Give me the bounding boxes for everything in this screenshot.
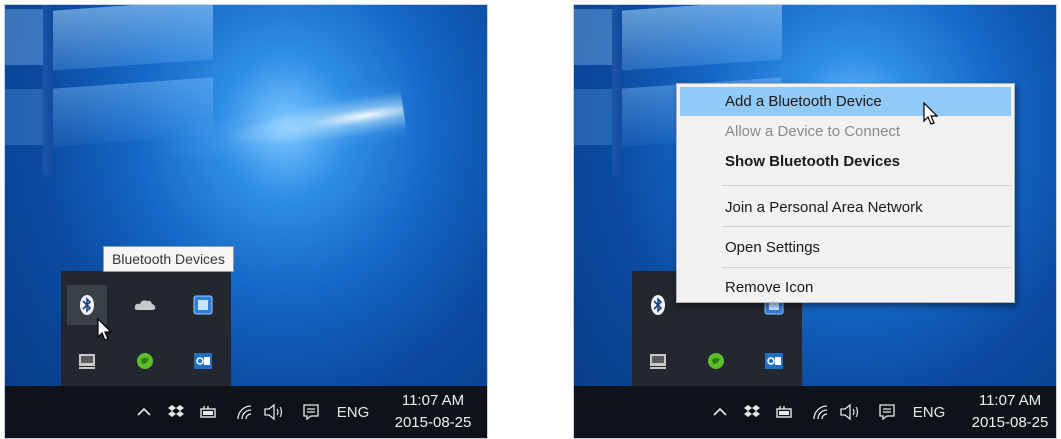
clock-time: 11:07 AM [401, 392, 465, 409]
desktop-screenshot-menu: Add a Bluetooth Device Allow a Device to… [573, 4, 1057, 439]
input-language-button[interactable]: ENG [910, 386, 948, 438]
volume-tray-button[interactable] [262, 386, 286, 438]
bluetooth-tooltip: Bluetooth Devices [103, 246, 234, 272]
action-center-icon [303, 404, 319, 421]
dropbox-icon [744, 405, 760, 417]
action-center-icon [879, 404, 895, 421]
wifi-icon [813, 405, 828, 420]
bluetooth-tray-button[interactable] [638, 285, 678, 325]
evernote-tray-button[interactable] [696, 341, 736, 381]
tray-overflow-panel [61, 271, 231, 388]
evernote-icon [137, 353, 153, 369]
volume-tray-button[interactable] [838, 386, 862, 438]
app-tile-icon [193, 295, 213, 315]
monitor-icon [79, 354, 95, 369]
outlook-tray-button[interactable] [183, 341, 223, 381]
wallpaper-pane [53, 5, 213, 71]
monitor-icon [650, 354, 666, 369]
taskbar: ENG 11:07 AM 2015-08-25 [574, 386, 1056, 438]
bluetooth-icon [80, 295, 94, 315]
wallpaper-pane [5, 9, 43, 65]
input-language-button[interactable]: ENG [334, 386, 372, 438]
clock-date: 2015-08-25 [394, 414, 472, 431]
bluetooth-icon [651, 295, 665, 315]
speaker-icon [264, 404, 283, 420]
wifi-icon [237, 405, 252, 420]
power-icon [200, 406, 216, 418]
power-icon [776, 406, 792, 418]
wallpaper-pane [574, 89, 612, 145]
menu-item-remove-icon[interactable]: Remove Icon [680, 273, 1011, 302]
wallpaper-pane [574, 9, 612, 65]
wallpaper-pane [5, 89, 43, 145]
show-hidden-icons-button[interactable] [133, 386, 155, 438]
wallpaper-frame [43, 5, 53, 175]
wifi-tray-button[interactable] [811, 386, 833, 438]
power-tray-button[interactable] [198, 386, 220, 438]
mouse-cursor-icon [97, 318, 113, 341]
speaker-icon [840, 404, 859, 420]
app-tray-button[interactable] [183, 285, 223, 325]
menu-item-open-settings[interactable]: Open Settings [680, 233, 1011, 262]
chevron-up-icon [713, 407, 727, 416]
desktop-screenshot-tooltip: Bluetooth Devices ENG 11:07 AM 2015-08-2… [4, 4, 488, 439]
monitor-tray-button[interactable] [638, 341, 678, 381]
action-center-button[interactable] [300, 386, 322, 438]
mouse-cursor-icon [923, 102, 939, 125]
menu-item-join-personal-area-network[interactable]: Join a Personal Area Network [680, 193, 1011, 222]
onedrive-icon [134, 300, 156, 310]
taskbar: ENG 11:07 AM 2015-08-25 [5, 386, 487, 438]
outlook-icon [194, 353, 212, 369]
wallpaper-pane [622, 5, 782, 71]
menu-separator [722, 267, 1011, 268]
outlook-tray-button[interactable] [754, 341, 794, 381]
outlook-icon [765, 353, 783, 369]
menu-item-allow-device-to-connect: Allow a Device to Connect [725, 123, 901, 140]
dropbox-tray-button[interactable] [165, 386, 187, 438]
onedrive-tray-button[interactable] [125, 285, 165, 325]
menu-item-add-bluetooth-device[interactable]: Add a Bluetooth Device [680, 87, 1011, 116]
clock-date: 2015-08-25 [971, 414, 1049, 431]
menu-separator [722, 185, 1011, 186]
monitor-tray-button[interactable] [67, 341, 107, 381]
evernote-tray-button[interactable] [125, 341, 165, 381]
menu-item-show-bluetooth-devices[interactable]: Show Bluetooth Devices [680, 147, 1011, 176]
menu-separator [722, 226, 1011, 227]
clock-button[interactable]: 11:07 AM 2015-08-25 [970, 390, 1050, 436]
clock-time: 11:07 AM [978, 392, 1042, 409]
evernote-icon [708, 353, 724, 369]
wallpaper-frame [612, 5, 622, 175]
clock-button[interactable]: 11:07 AM 2015-08-25 [393, 390, 473, 436]
power-tray-button[interactable] [774, 386, 796, 438]
show-hidden-icons-button[interactable] [709, 386, 731, 438]
wifi-tray-button[interactable] [235, 386, 257, 438]
dropbox-icon [168, 405, 184, 417]
action-center-button[interactable] [876, 386, 898, 438]
dropbox-tray-button[interactable] [741, 386, 763, 438]
chevron-up-icon [137, 407, 151, 416]
bluetooth-context-menu: Add a Bluetooth Device Allow a Device to… [676, 83, 1015, 303]
